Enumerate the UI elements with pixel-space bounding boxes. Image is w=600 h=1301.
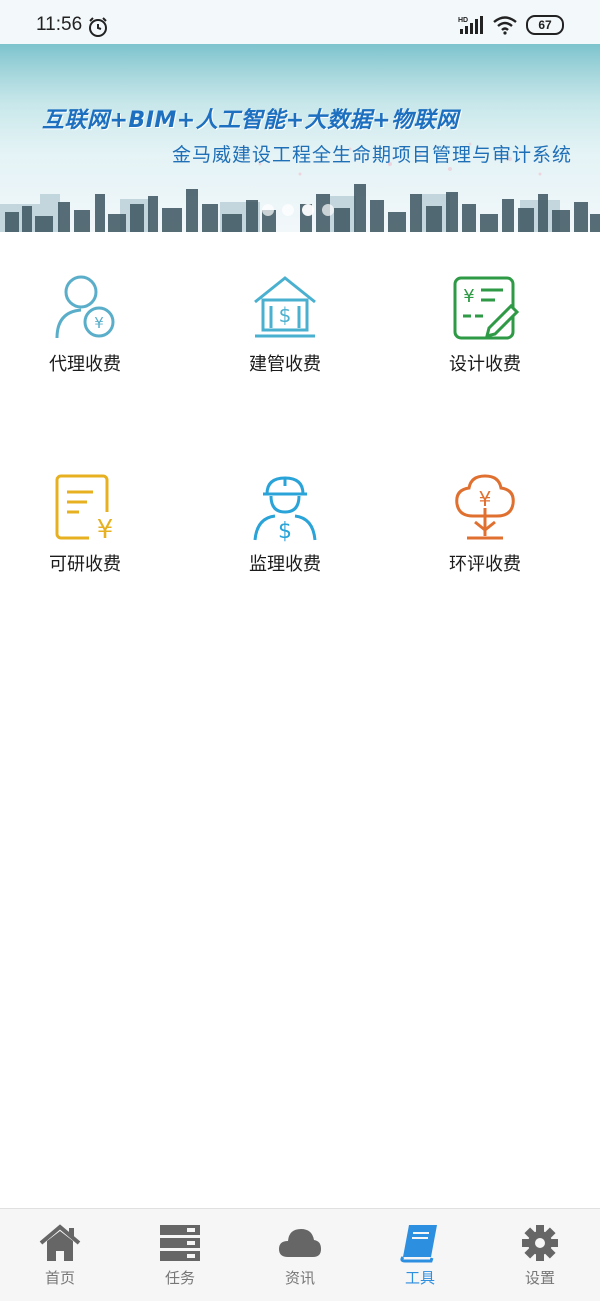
tile-label: 监理收费: [249, 554, 321, 575]
tab-tasks[interactable]: 任务: [120, 1209, 240, 1301]
tile-eia-fee[interactable]: ¥ 环评收费: [405, 432, 565, 575]
alarm-icon: [89, 17, 107, 37]
report-yuan-icon: ¥: [55, 474, 119, 544]
carousel-indicator: [262, 204, 334, 216]
battery-indicator: 67: [526, 15, 564, 35]
tile-label: 环评收费: [449, 554, 521, 575]
svg-text:¥: ¥: [463, 286, 474, 307]
status-indicators: HD 67: [458, 14, 564, 36]
svg-text:¥: ¥: [97, 515, 114, 544]
carousel-dot[interactable]: [282, 204, 294, 216]
tab-settings[interactable]: 设置: [480, 1209, 600, 1301]
svg-text:¥: ¥: [94, 314, 104, 332]
tab-news[interactable]: 资讯: [240, 1209, 360, 1301]
tile-agency-fee[interactable]: ¥ 代理收费: [5, 232, 165, 375]
tile-label: 代理收费: [49, 354, 121, 375]
tab-label: 设置: [524, 1269, 555, 1287]
tab-tools[interactable]: 工具: [360, 1209, 480, 1301]
bottom-tab-bar: 首页 任务 资讯 工具 设置: [0, 1208, 600, 1301]
tile-label: 可研收费: [49, 554, 121, 575]
gear-icon: [522, 1225, 558, 1261]
svg-text:HD: HD: [458, 17, 468, 24]
tab-label: 工具: [404, 1269, 435, 1287]
banner-headline: 互联网+BIM+人工智能+大数据+物联网: [42, 108, 459, 133]
banner-subtitle: 金马威建设工程全生命期项目管理与审计系统: [171, 144, 572, 166]
carousel-dot-active[interactable]: [302, 204, 314, 216]
tile-construction-mgmt-fee[interactable]: $ 建管收费: [205, 232, 365, 375]
banner-carousel[interactable]: 互联网+BIM+人工智能+大数据+物联网 金马威建设工程全生命期项目管理与审计系…: [0, 44, 600, 232]
tab-label: 资讯: [284, 1269, 315, 1287]
signal-icon: HD: [458, 16, 483, 34]
home-icon: [39, 1224, 81, 1261]
tile-design-fee[interactable]: ¥ 设计收费: [405, 232, 565, 375]
status-bar: 11:56 HD 67: [0, 0, 600, 44]
tile-feasibility-fee[interactable]: ¥ 可研收费: [5, 432, 165, 575]
worker-helmet-icon: $: [253, 476, 317, 544]
tile-label: 建管收费: [249, 354, 321, 375]
server-icon: [160, 1225, 200, 1261]
tab-label: 任务: [164, 1269, 195, 1287]
svg-text:$: $: [278, 519, 292, 544]
wifi-icon: [493, 16, 517, 35]
tile-label: 设计收费: [449, 354, 521, 375]
tab-label: 首页: [44, 1269, 75, 1287]
book-icon: [400, 1225, 437, 1263]
tree-yuan-icon: ¥: [455, 474, 515, 540]
cloud-icon: [279, 1229, 321, 1257]
document-pen-icon: ¥: [453, 276, 520, 340]
house-dollar-icon: $: [254, 276, 316, 338]
tile-supervision-fee[interactable]: $ 监理收费: [205, 432, 365, 575]
svg-text:$: $: [279, 303, 292, 327]
status-time: 11:56: [36, 14, 83, 35]
carousel-dot[interactable]: [262, 204, 274, 216]
svg-text:¥: ¥: [479, 487, 492, 511]
person-yuan-icon: ¥: [55, 275, 115, 339]
carousel-dot[interactable]: [322, 204, 334, 216]
tab-home[interactable]: 首页: [0, 1209, 120, 1301]
